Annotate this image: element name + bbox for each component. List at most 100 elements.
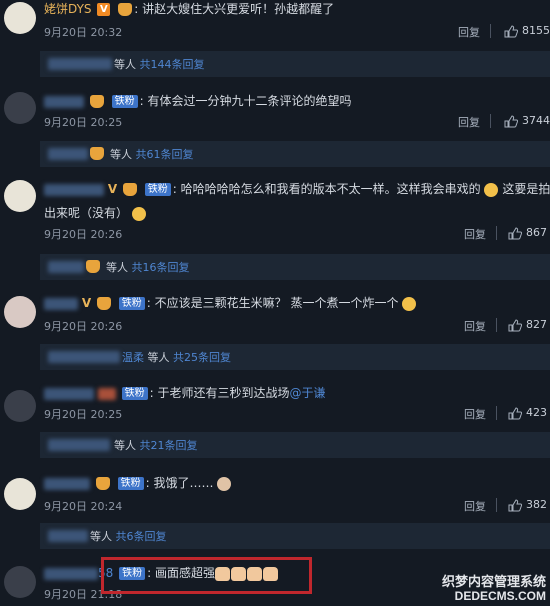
- blurred-name: [48, 148, 88, 160]
- crown-icon: [96, 297, 111, 310]
- blurred-name: [48, 58, 112, 70]
- crown-icon: [89, 95, 104, 108]
- subreply-bar[interactable]: 等人 共61条回复: [40, 141, 550, 167]
- crown-icon: [118, 3, 133, 16]
- divider: [496, 406, 497, 420]
- cat-emoji-icon: [484, 182, 499, 197]
- subreply-text: 等人: [147, 351, 170, 364]
- thumbs-up-icon[interactable]: [508, 407, 522, 420]
- reply-button[interactable]: 回复: [458, 114, 480, 130]
- reply-button[interactable]: 回复: [464, 406, 486, 422]
- avatar[interactable]: [4, 2, 36, 34]
- avatar[interactable]: [4, 390, 36, 422]
- view-replies-link[interactable]: 共144条回复: [140, 58, 205, 71]
- comment-text: 有体会过一分钟九十二条评论的绝望吗: [147, 94, 352, 108]
- blurred-name: [44, 95, 84, 108]
- comment-line: V 铁粉: 哈哈哈哈哈怎么和我看的版本不太一样。这样我会串戏的 这要是拍: [44, 180, 550, 198]
- view-replies-link[interactable]: 共16条回复: [132, 261, 190, 274]
- fan-badge: 铁粉: [117, 477, 144, 490]
- blurred-name: [48, 261, 84, 273]
- blurred-name: [44, 297, 78, 310]
- cat-emoji-icon: [402, 296, 417, 311]
- thumbs-up-icon[interactable]: [508, 499, 522, 512]
- divider: [496, 498, 497, 512]
- comment-text: 出来呢（没有）: [44, 206, 129, 220]
- timestamp: 9月20日 20:24: [44, 500, 123, 513]
- username[interactable]: 姥饼DYS: [44, 2, 92, 16]
- comment-line: 铁粉: 我饿了……: [44, 474, 544, 492]
- divider: [490, 114, 491, 128]
- thumbs-up-icon[interactable]: [508, 227, 522, 240]
- divider: [496, 226, 497, 240]
- avatar[interactable]: [4, 92, 36, 124]
- fan-badge: 铁粉: [121, 387, 148, 400]
- comment-text: 于老师还有三秒到达战场: [157, 386, 290, 400]
- avatar[interactable]: [4, 478, 36, 510]
- like-count: 8155: [522, 24, 550, 37]
- like-count: 382: [526, 498, 547, 511]
- like-count: 827: [526, 318, 547, 331]
- comment-feed: 姥饼DYS V : 讲赵大嫂住大兴更爱听！孙越都醒了 9月20日 20:32 回…: [0, 0, 550, 606]
- avatar[interactable]: [4, 296, 36, 328]
- comment-text-tail: 这要是拍: [502, 182, 550, 196]
- timestamp: 9月20日 20:26: [44, 320, 123, 333]
- blurred-name: [44, 477, 90, 490]
- subreply-bar[interactable]: 等人 共16条回复: [40, 254, 550, 280]
- verified-icon: V: [107, 182, 118, 196]
- watermark: 织梦内容管理系统 DEDECMS.COM: [442, 574, 546, 604]
- divider: [496, 318, 497, 332]
- timestamp: 9月20日 20:32: [44, 26, 123, 39]
- thumbs-up-icon[interactable]: [504, 25, 518, 38]
- comment-text: 哈哈哈哈哈怎么和我看的版本不太一样。这样我会串戏的: [180, 182, 481, 196]
- divider: [490, 24, 491, 38]
- blurred-name: [44, 183, 104, 196]
- comment-line: V 铁粉: 不应该是三颗花生米嘛？ 蒸一个煮一个炸一个: [44, 294, 544, 312]
- view-replies-link[interactable]: 共6条回复: [116, 530, 167, 543]
- subreply-bar[interactable]: 等人 共144条回复: [40, 51, 550, 77]
- subreply-text: 等人: [114, 58, 136, 71]
- avatar[interactable]: [4, 180, 36, 212]
- blurred-name: [44, 567, 98, 580]
- verified-icon: V: [81, 296, 92, 310]
- blurred-name: [48, 351, 120, 363]
- view-replies-link[interactable]: 共21条回复: [140, 439, 198, 452]
- comment-line: 铁粉: 有体会过一分钟九十二条评论的绝望吗: [44, 92, 544, 110]
- crown-icon: [86, 260, 100, 273]
- reply-button[interactable]: 回复: [464, 226, 486, 242]
- reply-button[interactable]: 回复: [464, 498, 486, 514]
- crown-icon: [90, 147, 104, 160]
- timestamp: 9月20日 20:25: [44, 116, 123, 129]
- blurred-badge: [97, 387, 116, 400]
- comment-text: 我饿了……: [153, 476, 214, 490]
- cat-emoji-icon: [217, 476, 232, 491]
- subreply-bar[interactable]: 等人 共21条回复: [40, 432, 550, 458]
- like-count: 3744: [522, 114, 550, 127]
- laugh-emoji-icon: [131, 206, 146, 221]
- subreply-bar[interactable]: 等人 共6条回复: [40, 523, 550, 549]
- comment-line: 出来呢（没有）: [44, 204, 544, 222]
- fan-badge: 铁粉: [111, 95, 138, 108]
- comment-text: 不应该是三颗花生米嘛？ 蒸一个煮一个炸一个: [154, 296, 399, 310]
- subreply-text: 等人: [110, 148, 132, 161]
- fan-badge: 铁粉: [144, 183, 171, 196]
- blurred-name: [48, 530, 88, 542]
- comment-line: 姥饼DYS V : 讲赵大嫂住大兴更爱听！孙越都醒了: [44, 2, 335, 16]
- subreply-bar[interactable]: 温柔 等人 共25条回复: [40, 344, 550, 370]
- verified-icon: V: [97, 3, 111, 16]
- view-replies-link[interactable]: 共25条回复: [173, 351, 231, 364]
- thumbs-up-icon[interactable]: [508, 319, 522, 332]
- view-replies-link[interactable]: 共61条回复: [136, 148, 194, 161]
- watermark-line2: DEDECMS.COM: [454, 589, 546, 603]
- highlight-box: [101, 557, 312, 594]
- crown-icon: [122, 183, 137, 196]
- mention-link[interactable]: @于谦: [290, 386, 326, 400]
- reply-button[interactable]: 回复: [464, 318, 486, 334]
- blurred-name: [48, 439, 110, 451]
- comment-text: 讲赵大嫂住大兴更爱听！孙越都醒了: [142, 2, 335, 16]
- like-count: 867: [526, 226, 547, 239]
- reply-button[interactable]: 回复: [458, 24, 480, 40]
- subreply-username[interactable]: 温柔: [122, 351, 144, 364]
- watermark-line1: 织梦内容管理系统: [441, 574, 546, 589]
- thumbs-up-icon[interactable]: [504, 115, 518, 128]
- avatar[interactable]: [4, 566, 36, 598]
